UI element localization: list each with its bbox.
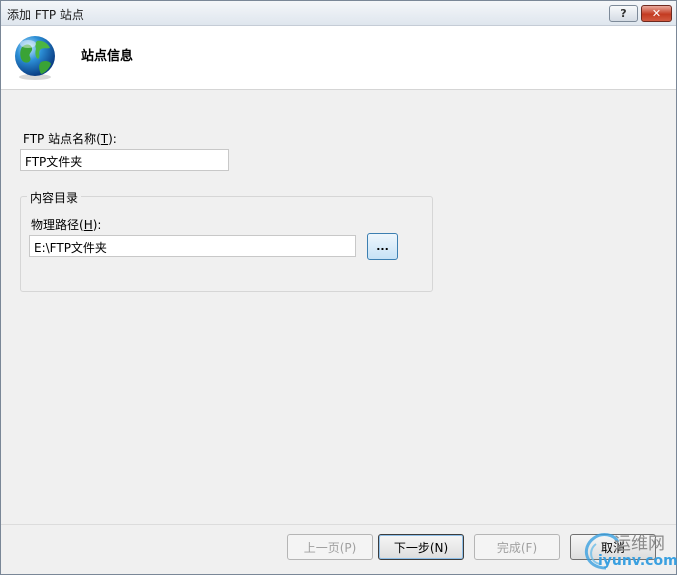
watermark-text-url: iyunv.com xyxy=(598,553,677,569)
globe-icon xyxy=(15,36,55,80)
browse-button[interactable]: ... xyxy=(367,233,398,260)
help-button[interactable]: ? xyxy=(609,5,638,22)
help-icon: ? xyxy=(620,7,627,20)
close-icon: ✕ xyxy=(651,7,662,20)
window-title: 添加 FTP 站点 xyxy=(7,8,84,22)
physical-path-label: 物理路径(H): xyxy=(31,218,102,232)
site-name-label: FTP 站点名称(T): xyxy=(23,132,117,146)
content-directory-title: 内容目录 xyxy=(27,189,82,206)
footer-divider xyxy=(1,524,676,525)
previous-button[interactable]: 上一页(P) xyxy=(287,534,373,560)
physical-path-input[interactable]: E:\FTP文件夹 xyxy=(29,235,356,257)
page-title: 站点信息 xyxy=(81,49,134,64)
close-button[interactable]: ✕ xyxy=(641,5,672,22)
finish-button[interactable]: 完成(F) xyxy=(474,534,560,560)
next-button[interactable]: 下一步(N) xyxy=(378,534,464,560)
title-bar[interactable]: 添加 FTP 站点 ? ✕ xyxy=(1,1,676,26)
dialog-window: 添加 FTP 站点 ? ✕ 站点信息 FTP 站点名称(T): FTP文件夹 内… xyxy=(0,0,677,575)
watermark-text-cn: 运维网 xyxy=(614,534,665,554)
site-name-input[interactable]: FTP文件夹 xyxy=(20,149,229,171)
wizard-header: 站点信息 xyxy=(1,26,676,90)
